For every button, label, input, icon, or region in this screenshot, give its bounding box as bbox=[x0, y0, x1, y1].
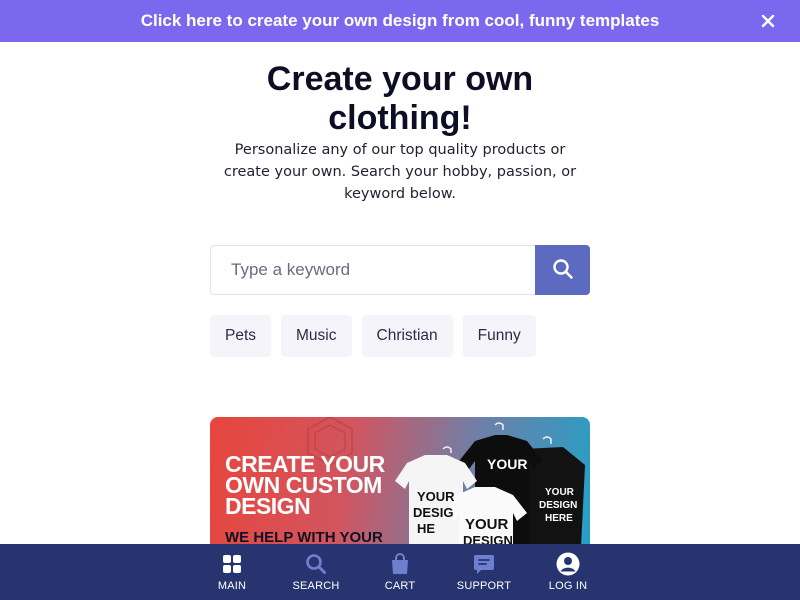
shopping-bag-icon bbox=[390, 552, 410, 576]
keyword-chips: Pets Music Christian Funny bbox=[210, 315, 536, 357]
nav-item-cart[interactable]: CART bbox=[358, 544, 442, 600]
search-bar bbox=[210, 245, 590, 295]
svg-text:YOUR: YOUR bbox=[487, 456, 527, 472]
nav-label-support: SUPPORT bbox=[456, 580, 512, 592]
grid-icon bbox=[222, 552, 242, 576]
promo-bar[interactable]: Click here to create your own design fro… bbox=[0, 0, 800, 42]
search-icon bbox=[552, 258, 574, 283]
nav-label-login: LOG IN bbox=[548, 580, 588, 592]
chat-icon bbox=[473, 552, 495, 576]
svg-text:HE: HE bbox=[417, 521, 435, 536]
page-subtitle: Personalize any of our top quality produ… bbox=[223, 142, 577, 202]
nav-item-login[interactable]: LOG IN bbox=[526, 544, 610, 600]
nav-item-support[interactable]: SUPPORT bbox=[442, 544, 526, 600]
nav-item-main[interactable]: MAIN bbox=[190, 544, 274, 600]
svg-text:YOUR: YOUR bbox=[545, 487, 575, 498]
svg-text:DESIGN: DESIGN bbox=[539, 500, 577, 511]
svg-text:DESIG: DESIG bbox=[413, 505, 453, 520]
svg-text:HERE: HERE bbox=[545, 513, 573, 524]
chip-funny[interactable]: Funny bbox=[462, 315, 536, 357]
svg-text:YOUR: YOUR bbox=[417, 489, 455, 504]
promo-link[interactable]: Click here to create your own design fro… bbox=[141, 11, 660, 31]
nav-label-search: SEARCH bbox=[292, 580, 340, 592]
nav-item-search[interactable]: SEARCH bbox=[274, 544, 358, 600]
search-button[interactable] bbox=[535, 245, 590, 295]
svg-text:YOUR: YOUR bbox=[465, 516, 509, 533]
nav-label-cart: CART bbox=[384, 580, 416, 592]
bottom-nav: MAIN SEARCH CART SUPPORT LOG IN bbox=[0, 544, 800, 600]
page-title: Create your own clothing! bbox=[266, 60, 534, 137]
search-input[interactable] bbox=[210, 245, 535, 295]
chip-pets[interactable]: Pets bbox=[210, 315, 272, 357]
nav-label-main: MAIN bbox=[217, 580, 247, 592]
chip-music[interactable]: Music bbox=[281, 315, 352, 357]
tshirts-illustration: YOUR DESIG HE YOUR YOUR DESIGN YOUR DESI… bbox=[395, 422, 585, 547]
user-icon bbox=[556, 552, 580, 576]
close-icon[interactable] bbox=[758, 11, 778, 31]
search-icon bbox=[305, 552, 327, 576]
chip-christian[interactable]: Christian bbox=[361, 315, 453, 357]
